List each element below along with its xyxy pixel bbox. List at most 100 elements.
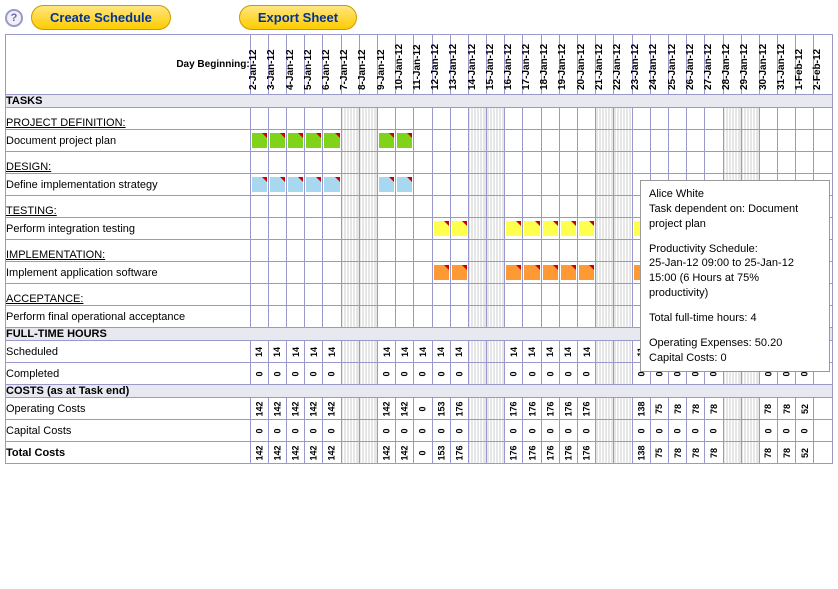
grid-cell: [487, 240, 505, 262]
grid-cell[interactable]: [450, 218, 468, 240]
grid-cell[interactable]: [541, 218, 559, 240]
grid-cell: [305, 240, 323, 262]
grid-cell: [432, 196, 450, 218]
num-cell: 176: [559, 442, 577, 464]
grid-cell[interactable]: [450, 262, 468, 284]
num-cell: 78: [687, 442, 705, 464]
num-cell: 78: [778, 398, 796, 420]
grid-cell: [505, 130, 523, 152]
group-testing: TESTING:: [6, 196, 251, 218]
grid-cell[interactable]: [287, 130, 305, 152]
num-cell: 142: [250, 398, 268, 420]
num-cell: [359, 398, 377, 420]
grid-cell[interactable]: [377, 130, 395, 152]
grid-cell: [559, 130, 577, 152]
grid-cell: [468, 240, 486, 262]
grid-cell[interactable]: [305, 174, 323, 196]
grid-cell[interactable]: [305, 130, 323, 152]
num-cell: [487, 341, 505, 363]
date-header: 9-Jan-12: [377, 35, 395, 95]
grid-cell: [468, 262, 486, 284]
num-cell: 0: [523, 420, 541, 442]
num-cell: [341, 420, 359, 442]
num-cell: 0: [287, 363, 305, 385]
group-impl: IMPLEMENTATION:: [6, 240, 251, 262]
num-cell: [468, 442, 486, 464]
grid-cell[interactable]: [287, 174, 305, 196]
grid-cell: [287, 152, 305, 174]
grid-cell: [341, 240, 359, 262]
grid-cell: [250, 196, 268, 218]
grid-cell[interactable]: [541, 262, 559, 284]
grid-cell[interactable]: [432, 262, 450, 284]
grid-cell: [541, 196, 559, 218]
grid-cell[interactable]: [323, 130, 341, 152]
create-schedule-button[interactable]: Create Schedule: [31, 5, 171, 30]
grid-cell: [487, 152, 505, 174]
num-cell: 176: [450, 398, 468, 420]
grid-cell[interactable]: [578, 262, 596, 284]
grid-cell: [487, 306, 505, 328]
num-cell: 0: [432, 363, 450, 385]
grid-cell[interactable]: [268, 130, 286, 152]
num-cell: 142: [268, 442, 286, 464]
grid-cell[interactable]: [505, 262, 523, 284]
tooltip-sched: 25-Jan-12 09:00 to 25-Jan-12 15:00 (6 Ho…: [649, 257, 794, 299]
num-cell: 0: [396, 420, 414, 442]
grid-cell: [341, 130, 359, 152]
grid-cell: [414, 218, 432, 240]
total-label: Total Costs: [6, 442, 251, 464]
grid-cell: [323, 262, 341, 284]
num-cell: [596, 363, 614, 385]
grid-cell: [414, 262, 432, 284]
grid-cell: [741, 108, 759, 130]
grid-cell[interactable]: [323, 174, 341, 196]
help-button[interactable]: ?: [5, 9, 23, 27]
grid-cell: [450, 306, 468, 328]
num-cell: [341, 398, 359, 420]
num-cell: 176: [541, 442, 559, 464]
grid-cell: [487, 174, 505, 196]
grid-cell[interactable]: [559, 262, 577, 284]
grid-cell[interactable]: [432, 218, 450, 240]
grid-cell[interactable]: [505, 218, 523, 240]
grid-cell: [541, 240, 559, 262]
export-sheet-button[interactable]: Export Sheet: [239, 5, 357, 30]
completed-label: Completed: [6, 363, 251, 385]
num-cell: 0: [305, 363, 323, 385]
grid-cell: [359, 152, 377, 174]
grid-cell[interactable]: [377, 174, 395, 196]
num-cell: 176: [505, 442, 523, 464]
num-cell: 142: [305, 398, 323, 420]
grid-cell[interactable]: [250, 174, 268, 196]
num-cell: [814, 420, 833, 442]
grid-cell: [450, 196, 468, 218]
grid-cell[interactable]: [523, 218, 541, 240]
num-cell: 0: [559, 363, 577, 385]
num-cell: 78: [705, 442, 723, 464]
grid-cell: [596, 152, 614, 174]
grid-cell[interactable]: [523, 262, 541, 284]
grid-cell[interactable]: [396, 174, 414, 196]
grid-cell: [414, 240, 432, 262]
num-cell: 0: [559, 420, 577, 442]
grid-cell: [341, 262, 359, 284]
num-cell: 0: [541, 420, 559, 442]
grid-cell: [796, 130, 814, 152]
grid-cell[interactable]: [396, 130, 414, 152]
grid-cell[interactable]: [578, 218, 596, 240]
grid-cell[interactable]: [250, 130, 268, 152]
num-cell: 0: [632, 420, 650, 442]
grid-cell: [323, 218, 341, 240]
grid-cell[interactable]: [559, 218, 577, 240]
grid-cell: [505, 284, 523, 306]
grid-cell[interactable]: [268, 174, 286, 196]
num-cell: 176: [541, 398, 559, 420]
num-cell: 0: [414, 398, 432, 420]
grid-cell: [323, 108, 341, 130]
num-cell: 0: [414, 442, 432, 464]
grid-cell: [250, 284, 268, 306]
grid-cell: [505, 108, 523, 130]
num-cell: 14: [305, 341, 323, 363]
grid-cell: [450, 174, 468, 196]
